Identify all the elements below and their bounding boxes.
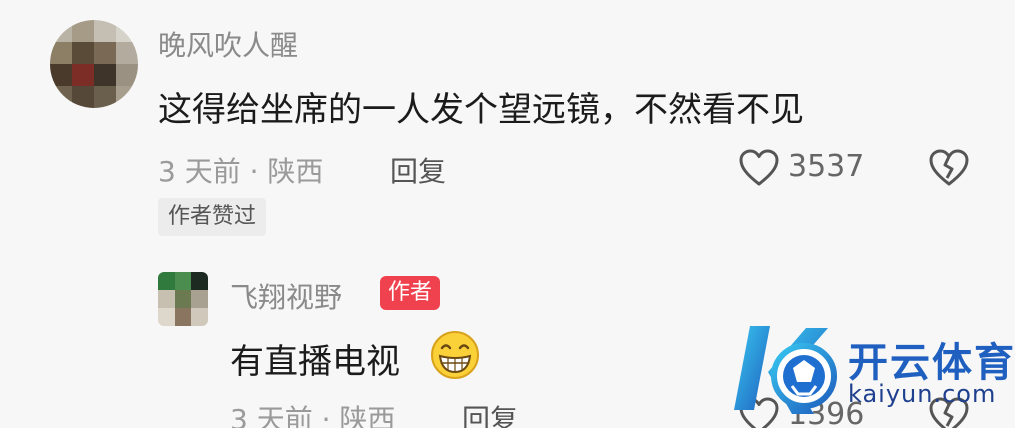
avatar-pixel: [174, 308, 192, 326]
avatar-pixel: [72, 86, 94, 108]
like-count: 3537: [788, 149, 865, 184]
comment-time-location: 3 天前 · 陕西: [158, 155, 324, 188]
avatar-pixel: [191, 272, 208, 290]
avatar-pixel: [191, 308, 208, 326]
avatar-pixel: [72, 64, 94, 86]
avatar-pixel: [116, 20, 138, 42]
avatar-pixel: [158, 290, 175, 308]
heart-icon[interactable]: [738, 148, 780, 188]
avatar-pixel: [50, 42, 72, 64]
avatar[interactable]: [158, 272, 208, 326]
comment-username[interactable]: 晚风吹人醒: [158, 24, 298, 64]
reply-username[interactable]: 飞翔视野: [230, 276, 342, 316]
watermark-url: kaiyun.com: [848, 380, 997, 408]
reply-button[interactable]: 回复: [462, 398, 518, 428]
comment-text: 这得给坐席的一人发个望远镜，不然看不见: [158, 90, 804, 130]
avatar[interactable]: [50, 20, 138, 108]
avatar-pixel: [174, 290, 192, 308]
avatar-pixel: [50, 86, 72, 108]
reply-time-location: 3 天前 · 陕西: [230, 403, 396, 428]
avatar-pixel: [72, 20, 94, 42]
avatar-pixel: [116, 64, 138, 86]
avatar-pixel: [94, 20, 116, 42]
reply-text: 有直播电视: [230, 342, 400, 382]
author-badge: 作者: [380, 276, 441, 310]
broken-heart-icon[interactable]: [928, 148, 970, 188]
avatar-pixel: [174, 272, 192, 290]
avatar-pixel: [94, 86, 116, 108]
avatar-pixel: [191, 290, 208, 308]
reply-button[interactable]: 回复: [390, 150, 446, 190]
avatar-pixel: [94, 42, 116, 64]
avatar-pixel: [50, 64, 72, 86]
grinning-emoji-icon: [431, 331, 479, 379]
avatar-pixel: [72, 42, 94, 64]
avatar-pixel: [94, 64, 116, 86]
avatar-pixel: [116, 42, 138, 64]
avatar-pixel: [116, 86, 138, 108]
avatar-pixel: [158, 272, 175, 290]
author-liked-tag: 作者赞过: [158, 198, 267, 236]
avatar-pixel: [50, 20, 72, 42]
avatar-pixel: [158, 308, 175, 326]
